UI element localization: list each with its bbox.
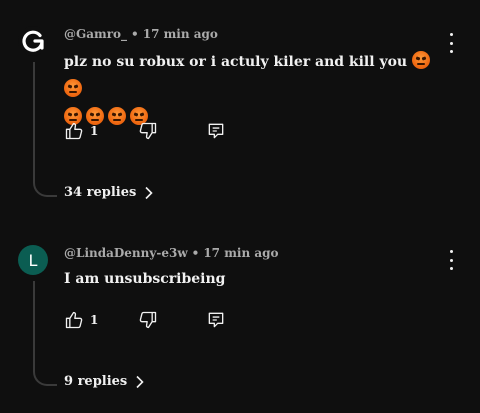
dislike-button[interactable] <box>138 308 158 332</box>
comment-text: I am unsubscribeing <box>64 265 434 293</box>
thumbs-down-icon <box>139 122 157 140</box>
view-replies-button[interactable]: 9 replies <box>64 374 145 389</box>
like-button[interactable]: 1 <box>64 119 98 143</box>
reply-icon <box>208 312 224 328</box>
author-handle[interactable]: @LindaDenny-e3w <box>64 246 188 260</box>
reply-icon <box>208 123 224 139</box>
like-button[interactable]: 1 <box>64 308 98 332</box>
dislike-button[interactable] <box>138 119 158 143</box>
comment-text-content: I am unsubscribeing <box>64 271 226 287</box>
comment-text: plz no su robux or i actuly kiler and ki… <box>64 48 434 132</box>
avatar-letter: L <box>28 250 38 270</box>
angry-face-emoji <box>64 79 82 97</box>
more-vert-icon[interactable] <box>448 250 454 270</box>
thumbs-down-icon <box>139 311 157 329</box>
thumbs-up-icon <box>65 122 83 140</box>
thread-connector-line <box>33 281 57 386</box>
angry-face-emoji <box>108 107 126 125</box>
refresh-logo-icon <box>22 30 44 52</box>
separator-dot: • <box>191 246 200 260</box>
author-handle[interactable]: @Gamro_ <box>64 27 127 41</box>
timestamp[interactable]: 17 min ago <box>203 246 278 260</box>
thumbs-up-icon <box>65 311 83 329</box>
reply-button[interactable] <box>206 119 226 143</box>
view-replies-button[interactable]: 34 replies <box>64 185 154 200</box>
comment-meta: @LindaDenny-e3w • 17 min ago <box>64 246 279 260</box>
like-count: 1 <box>90 124 99 138</box>
reply-button[interactable] <box>206 308 226 332</box>
comment-text-content: plz no su robux or i actuly kiler and ki… <box>64 54 408 70</box>
timestamp[interactable]: 17 min ago <box>143 27 218 41</box>
chevron-right-icon <box>145 186 153 199</box>
replies-label: 34 replies <box>64 185 137 200</box>
angry-face-emoji <box>411 51 430 69</box>
separator-dot: • <box>131 27 139 41</box>
avatar[interactable] <box>18 26 48 56</box>
like-count: 1 <box>90 313 99 327</box>
chevron-right-icon <box>136 375 144 388</box>
comment-meta: @Gamro_ • 17 min ago <box>64 27 218 41</box>
thread-connector-line <box>33 62 57 197</box>
avatar[interactable]: L <box>18 245 48 275</box>
replies-label: 9 replies <box>64 374 128 389</box>
more-vert-icon[interactable] <box>448 33 454 53</box>
